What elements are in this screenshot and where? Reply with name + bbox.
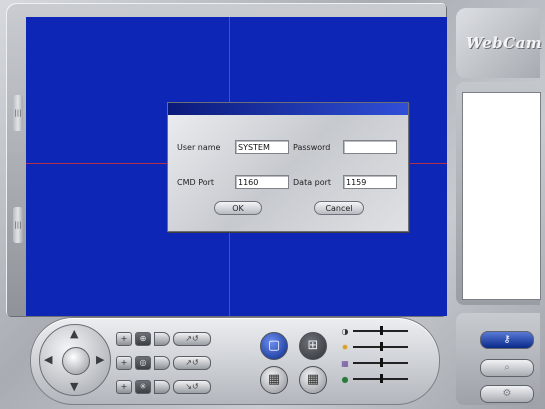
nine-view-icon: ▦ <box>267 372 281 387</box>
slider-thumb[interactable] <box>380 358 383 367</box>
iris-close-button[interactable] <box>154 380 170 394</box>
arrow-down-icon[interactable]: ▼ <box>70 381 78 392</box>
username-label: User name <box>177 143 221 152</box>
zoom-out-button[interactable] <box>154 332 170 346</box>
iris-icon-button[interactable]: ✳ <box>135 380 151 394</box>
camera-list[interactable] <box>462 92 541 300</box>
key-button[interactable]: ⚷ <box>480 331 534 349</box>
single-view-button[interactable]: ▢ <box>260 332 288 360</box>
quad-view-icon: ⊞ <box>307 338 319 353</box>
control-panel: ▲ ▼ ◀ ▶ + ⊕ ↗↺ + ◎ ↗↺ + ✳ ↘↺ ▢ ⊞ ▦ ▦ ◑ ✹… <box>30 317 440 405</box>
zoom-icon-button[interactable]: ⊕ <box>135 332 151 346</box>
key-icon: ⚷ <box>503 334 511 345</box>
logo-panel: WebCam <box>456 8 543 78</box>
camera-list-panel <box>456 82 541 305</box>
nine-view-button[interactable]: ▦ <box>260 366 288 394</box>
ptz-direction-pad: ▲ ▼ ◀ ▶ <box>39 324 111 396</box>
data-port-label: Data port <box>293 178 332 187</box>
sixteen-view-icon: ▦ <box>306 372 320 387</box>
slider-thumb[interactable] <box>380 374 383 383</box>
cmd-port-input[interactable]: 1160 <box>235 175 289 189</box>
username-input[interactable]: SYSTEM <box>235 140 289 154</box>
preset-button-2[interactable]: ↗↺ <box>173 356 211 370</box>
search-button[interactable]: ⌕ <box>480 359 534 377</box>
password-label: Password <box>293 143 331 152</box>
left-side-tab-lower[interactable]: ||| <box>13 207 23 243</box>
dialog-title-bar[interactable] <box>168 103 408 115</box>
arrow-up-icon[interactable]: ▲ <box>70 328 78 339</box>
settings-button[interactable]: ⚙ <box>480 385 534 403</box>
webcam-app-window: ||| ||| User name SYSTEM Password CMD Po… <box>0 0 545 409</box>
focus-in-button[interactable]: + <box>116 356 132 370</box>
login-dialog: User name SYSTEM Password CMD Port 1160 … <box>167 102 409 232</box>
ptz-center-button[interactable] <box>62 347 90 375</box>
iris-open-button[interactable]: + <box>116 380 132 394</box>
preset-button-1[interactable]: ↗↺ <box>173 332 211 346</box>
password-input[interactable] <box>343 140 397 154</box>
right-button-panel: ⚷ ⌕ ⚙ <box>456 313 540 405</box>
search-icon: ⌕ <box>504 362 510 373</box>
left-side-tab-upper[interactable]: ||| <box>13 95 23 131</box>
preset-button-3[interactable]: ↘↺ <box>173 380 211 394</box>
webcam-logo: WebCam <box>466 34 543 52</box>
ok-button[interactable]: OK <box>214 201 262 215</box>
brightness-icon: ✹ <box>341 343 349 352</box>
settings-icon: ⚙ <box>502 388 512 399</box>
focus-icon-button[interactable]: ◎ <box>135 356 151 370</box>
zoom-in-button[interactable]: + <box>116 332 132 346</box>
focus-out-button[interactable] <box>154 356 170 370</box>
cancel-button[interactable]: Cancel <box>314 201 364 215</box>
slider-thumb[interactable] <box>380 326 383 335</box>
sixteen-view-button[interactable]: ▦ <box>299 366 327 394</box>
cmd-port-label: CMD Port <box>177 178 215 187</box>
quad-view-button[interactable]: ⊞ <box>299 332 327 360</box>
contrast-icon: ◑ <box>341 327 349 336</box>
hue-icon: ● <box>341 375 349 384</box>
slider-thumb[interactable] <box>380 342 383 351</box>
data-port-input[interactable]: 1159 <box>343 175 397 189</box>
arrow-left-icon[interactable]: ◀ <box>44 354 52 365</box>
arrow-right-icon[interactable]: ▶ <box>96 354 104 365</box>
saturation-icon: ▦ <box>341 359 349 368</box>
single-view-icon: ▢ <box>267 338 281 353</box>
